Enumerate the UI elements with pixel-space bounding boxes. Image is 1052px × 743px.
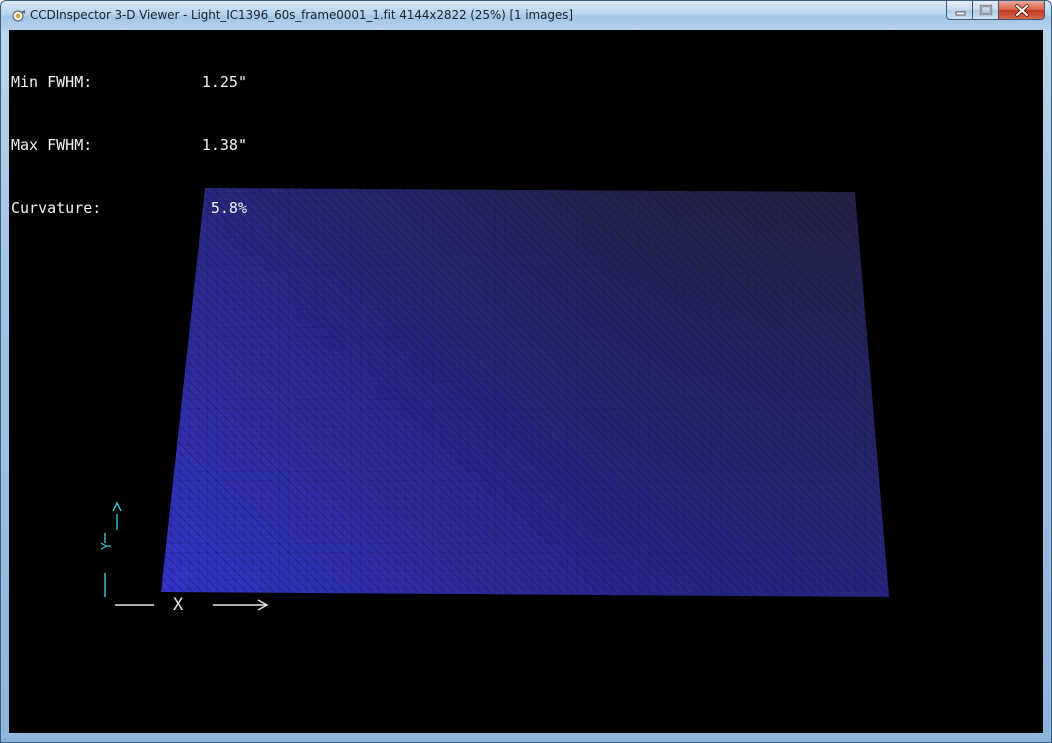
close-button[interactable] — [999, 1, 1045, 20]
x-axis-arrow — [115, 599, 269, 611]
max-fwhm-label: Max FWHM: — [11, 136, 93, 154]
max-fwhm-value: 1.38" — [201, 136, 247, 154]
curvature-label: Curvature: — [11, 199, 102, 217]
fwhm-stats-overlay: Min FWHM: 1.25" Max FWHM: 1.38" Curvature:… — [11, 30, 247, 261]
maximize-button[interactable] — [973, 1, 999, 20]
minimize-button[interactable] — [946, 1, 973, 20]
window-title: CCDInspector 3-D Viewer - Light_IC1396_6… — [30, 8, 573, 22]
close-icon — [1015, 4, 1029, 17]
ccdinspector-app-icon — [12, 10, 25, 22]
minimize-icon — [955, 11, 966, 16]
fwhm-surface-mesh — [161, 188, 889, 597]
y-axis-arrow — [104, 501, 122, 597]
curvature-row: Curvature: 5.8% — [11, 198, 247, 219]
min-fwhm-value: 1.25" — [201, 73, 247, 91]
title-bar[interactable]: CCDInspector 3-D Viewer - Light_IC1396_6… — [1, 1, 1051, 30]
window-controls — [946, 1, 1045, 21]
min-fwhm-row: Min FWHM: 1.25" — [11, 72, 247, 93]
x-axis-label: X — [173, 595, 184, 615]
window-bottom-border[interactable] — [1, 733, 1051, 742]
3d-viewport[interactable]: X Y Min FWHM: 1.25" Max FWHM: 1.38" Curvat… — [9, 30, 1043, 735]
curvature-value: 5.8% — [210, 199, 247, 217]
y-axis-label: Y — [100, 542, 115, 550]
min-fwhm-label: Min FWHM: — [11, 73, 93, 91]
app-window: CCDInspector 3-D Viewer - Light_IC1396_6… — [0, 0, 1052, 743]
max-fwhm-row: Max FWHM: 1.38" — [11, 135, 247, 156]
maximize-icon — [979, 4, 993, 16]
